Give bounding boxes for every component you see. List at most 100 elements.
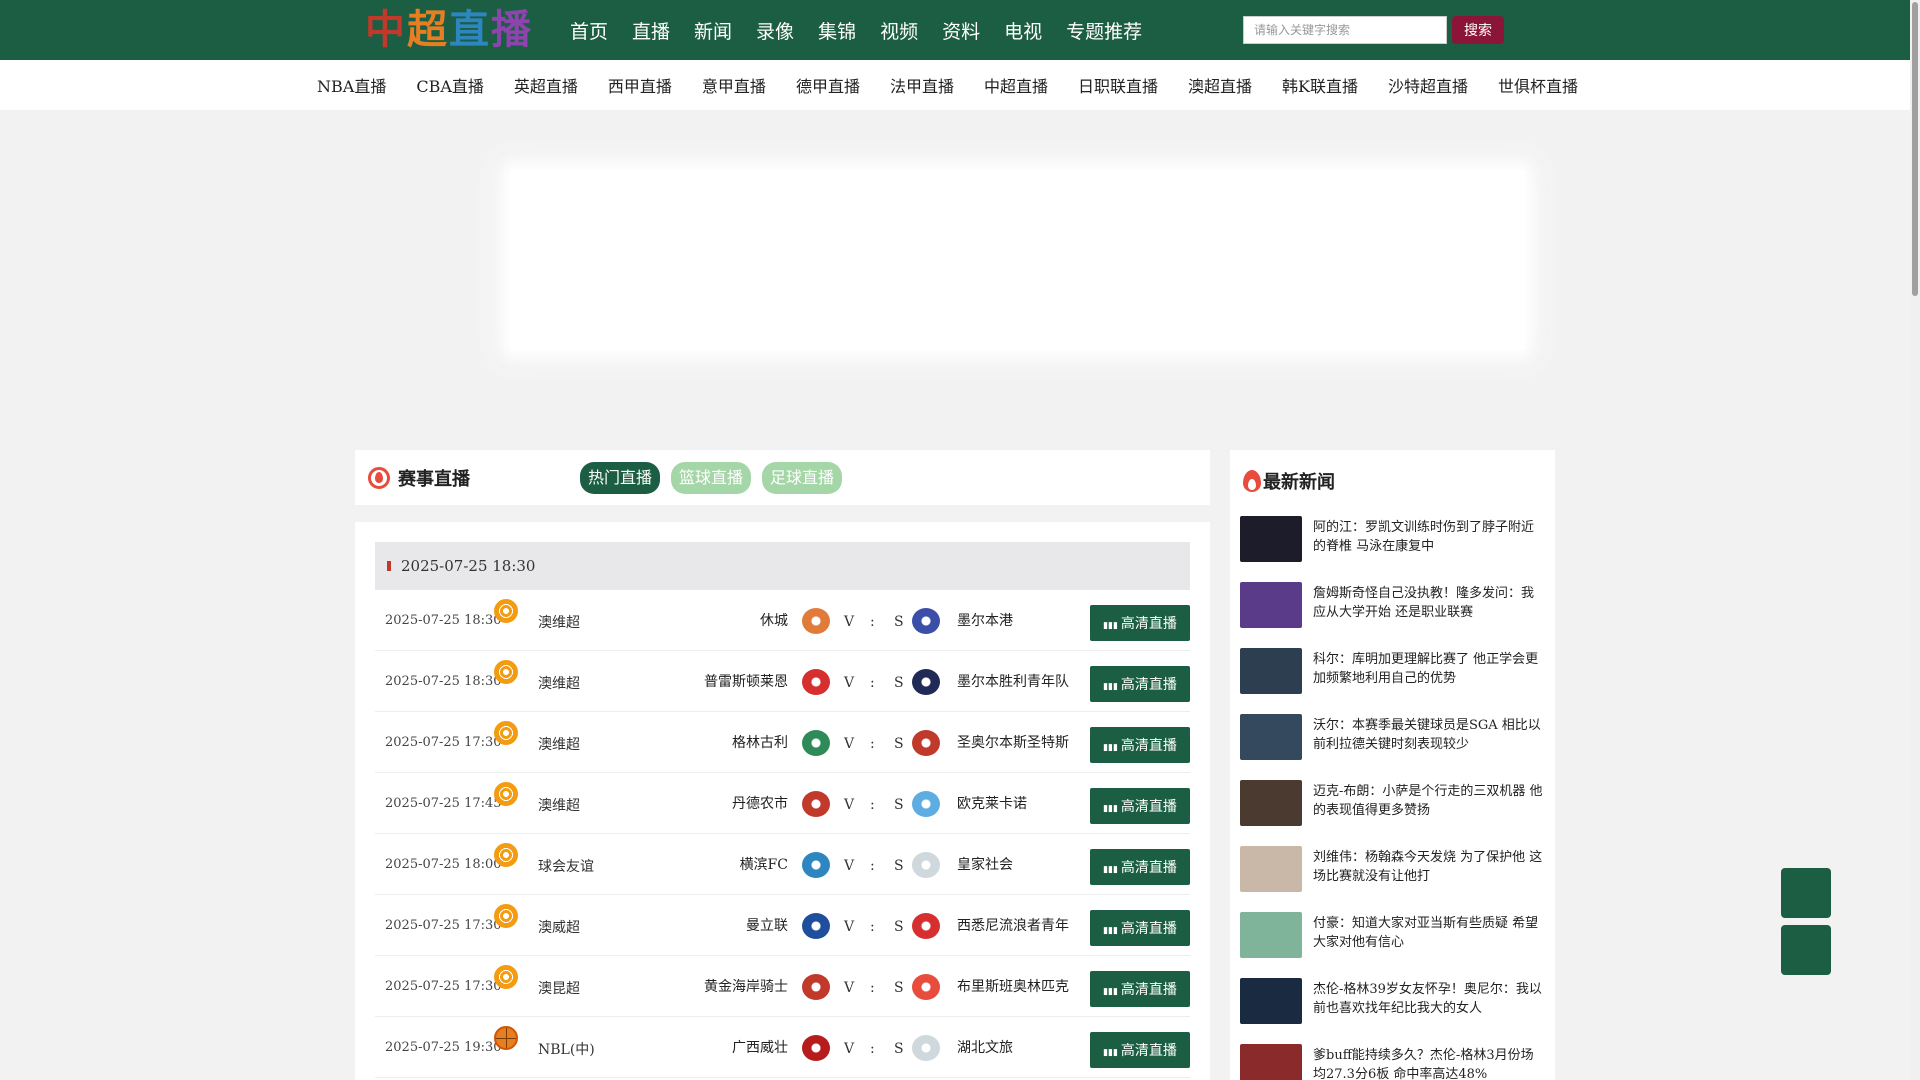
hd-live-button[interactable]: ▮▮▮ 高清直播 — [1090, 849, 1190, 885]
hd-live-button[interactable]: ▮▮▮ 高清直播 — [1090, 727, 1190, 763]
league-link[interactable]: 沙特超直播 — [1388, 73, 1468, 97]
news-headline[interactable]: 詹姆斯奇怪自己没执教！隆多发问：我应从大学开始 还是职业联赛 — [1313, 584, 1545, 622]
news-thumbnail[interactable] — [1240, 1044, 1302, 1080]
news-headline[interactable]: 沃尔：本赛季最关键球员是SGA 相比以前利拉德关键时刻表现较少 — [1313, 716, 1545, 754]
away-team-name[interactable]: 布里斯班奥林匹克 — [957, 976, 1069, 996]
away-team-name[interactable]: 墨尔本港 — [957, 610, 1013, 630]
match-row[interactable]: 2025-07-25 17:30 澳昆超 黄金海岸骑士 V: S 布里斯班奥林匹克 ▮▮▮ 高… — [375, 956, 1190, 1017]
home-team-name[interactable]: 曼立联 — [746, 915, 788, 935]
away-team-name[interactable]: 湖北文旅 — [957, 1037, 1013, 1057]
league-link[interactable]: 英超直播 — [514, 73, 578, 97]
news-headline[interactable]: 付豪：知道大家对亚当斯有些质疑 希望大家对他有信心 — [1313, 914, 1545, 952]
match-league[interactable]: 球会友谊 — [538, 856, 594, 876]
news-thumbnail[interactable] — [1240, 648, 1302, 694]
home-team-name[interactable]: 黄金海岸骑士 — [704, 976, 788, 996]
float-button-1[interactable] — [1781, 868, 1831, 918]
news-item[interactable]: 杰伦-格林39岁女友怀孕！奥尼尔：我以前也喜欢找年纪比我大的女人 — [1240, 978, 1545, 1044]
nav-item[interactable]: 录像 — [756, 17, 794, 44]
news-item[interactable]: 付豪：知道大家对亚当斯有些质疑 希望大家对他有信心 — [1240, 912, 1545, 978]
news-thumbnail[interactable] — [1240, 516, 1302, 562]
tab-1[interactable]: 热门直播 — [580, 462, 661, 494]
nav-item[interactable]: 资料 — [942, 17, 980, 44]
league-link[interactable]: 法甲直播 — [890, 73, 954, 97]
match-row[interactable]: 2025-07-25 17:45 澳维超 丹德农市 V: S 欧克莱卡诺 ▮▮▮ 高清直播 — [375, 773, 1190, 834]
league-link[interactable]: 西甲直播 — [608, 73, 672, 97]
home-team-name[interactable]: 普雷斯顿莱恩 — [704, 671, 788, 691]
news-item[interactable]: 詹姆斯奇怪自己没执教！隆多发问：我应从大学开始 还是职业联赛 — [1240, 582, 1545, 648]
hd-live-button[interactable]: ▮▮▮ 高清直播 — [1090, 910, 1190, 946]
league-link[interactable]: 意甲直播 — [702, 73, 766, 97]
away-team-name[interactable]: 墨尔本胜利青年队 — [957, 671, 1069, 691]
league-link[interactable]: NBA直播 — [317, 73, 386, 97]
match-row[interactable]: 2025-07-25 17:30 澳威超 曼立联 V: S 西悉尼流浪者青年 ▮▮▮ 高清直播 — [375, 895, 1190, 956]
match-league[interactable]: 澳维超 — [538, 612, 580, 632]
match-league[interactable]: 澳维超 — [538, 673, 580, 693]
news-thumbnail[interactable] — [1240, 714, 1302, 760]
news-item[interactable]: 刘维伟：杨翰森今天发烧 为了保护他 这场比赛就没有让他打 — [1240, 846, 1545, 912]
search-input[interactable] — [1243, 16, 1447, 44]
league-link[interactable]: 日职联直播 — [1078, 73, 1158, 97]
match-league[interactable]: NBL(中) — [538, 1039, 595, 1059]
news-headline[interactable]: 科尔：库明加更理解比赛了 他正学会更加频繁地利用自己的优势 — [1313, 650, 1545, 688]
match-row[interactable]: 2025-07-25 17:30 澳维超 格林古利 V: S 圣奥尔本斯圣特斯 ▮▮▮ 高清直… — [375, 712, 1190, 773]
news-headline[interactable]: 刘维伟：杨翰森今天发烧 为了保护他 这场比赛就没有让他打 — [1313, 848, 1545, 886]
page-scrollbar[interactable] — [1910, 0, 1920, 1080]
match-row[interactable]: 2025-07-25 18:00 球会友谊 横滨FC V: S 皇家社会 ▮▮▮ 高清直播 — [375, 834, 1190, 895]
scrollbar-thumb[interactable] — [1912, 2, 1918, 296]
news-headline[interactable]: 爹buff能持续多久？杰伦-格林3月份场均27.3分6板 命中率高达48% — [1313, 1046, 1545, 1080]
home-team-name[interactable]: 格林古利 — [732, 732, 788, 752]
news-item[interactable]: 科尔：库明加更理解比赛了 他正学会更加频繁地利用自己的优势 — [1240, 648, 1545, 714]
nav-item[interactable]: 集锦 — [818, 17, 856, 44]
news-item[interactable]: 爹buff能持续多久？杰伦-格林3月份场均27.3分6板 命中率高达48% — [1240, 1044, 1545, 1080]
news-thumbnail[interactable] — [1240, 780, 1302, 826]
home-team-name[interactable]: 休城 — [760, 610, 788, 630]
hd-live-button[interactable]: ▮▮▮ 高清直播 — [1090, 971, 1190, 1007]
news-headline[interactable]: 阿的江：罗凯文训练时伤到了脖子附近的脊椎 马泳在康复中 — [1313, 518, 1545, 556]
hd-live-button[interactable]: ▮▮▮ 高清直播 — [1090, 1032, 1190, 1068]
float-button-2[interactable] — [1781, 925, 1831, 975]
schedule-header: 赛事直播 热门直播 篮球直播 足球直播 — [355, 450, 1210, 505]
nav-item[interactable]: 电视 — [1004, 17, 1042, 44]
tab-2[interactable]: 篮球直播 — [671, 462, 752, 494]
hd-live-button[interactable]: ▮▮▮ 高清直播 — [1090, 788, 1190, 824]
search-button[interactable]: 搜索 — [1452, 16, 1504, 44]
news-headline[interactable]: 迈克-布朗：小萨是个行走的三双机器 他的表现值得更多赞扬 — [1313, 782, 1545, 820]
nav-item[interactable]: 视频 — [880, 17, 918, 44]
news-item[interactable]: 沃尔：本赛季最关键球员是SGA 相比以前利拉德关键时刻表现较少 — [1240, 714, 1545, 780]
away-team-name[interactable]: 欧克莱卡诺 — [957, 793, 1027, 813]
home-team-name[interactable]: 广西威壮 — [732, 1037, 788, 1057]
home-team-name[interactable]: 横滨FC — [740, 854, 788, 874]
match-league[interactable]: 澳维超 — [538, 734, 580, 754]
league-link[interactable]: 世俱杯直播 — [1498, 73, 1578, 97]
match-league[interactable]: 澳威超 — [538, 917, 580, 937]
news-thumbnail[interactable] — [1240, 912, 1302, 958]
news-thumbnail[interactable] — [1240, 978, 1302, 1024]
league-link[interactable]: CBA直播 — [416, 73, 484, 97]
match-row[interactable]: 2025-07-25 18:30 澳维超 普雷斯顿莱恩 V: S 墨尔本胜利青年队 ▮▮▮ 高… — [375, 651, 1190, 712]
match-league[interactable]: 澳昆超 — [538, 978, 580, 998]
league-link[interactable]: 澳超直播 — [1188, 73, 1252, 97]
news-item[interactable]: 迈克-布朗：小萨是个行走的三双机器 他的表现值得更多赞扬 — [1240, 780, 1545, 846]
away-team-name[interactable]: 西悉尼流浪者青年 — [957, 915, 1069, 935]
league-link[interactable]: 韩K联直播 — [1282, 73, 1358, 97]
nav-item[interactable]: 首页 — [570, 17, 608, 44]
match-row[interactable]: 2025-07-25 18:30 澳维超 休城 V: S 墨尔本港 ▮▮▮ 高清直播 — [375, 590, 1190, 651]
news-thumbnail[interactable] — [1240, 582, 1302, 628]
tab-3[interactable]: 足球直播 — [762, 462, 843, 494]
nav-item[interactable]: 直播 — [632, 17, 670, 44]
hd-live-button[interactable]: ▮▮▮ 高清直播 — [1090, 605, 1190, 641]
home-team-name[interactable]: 丹德农市 — [732, 793, 788, 813]
away-team-name[interactable]: 圣奥尔本斯圣特斯 — [957, 732, 1069, 752]
match-row[interactable]: 2025-07-25 19:30 NBL(中) 广西威壮 V: S 湖北文旅 ▮▮▮ 高清直播 — [375, 1017, 1190, 1078]
away-team-name[interactable]: 皇家社会 — [957, 854, 1013, 874]
nav-item[interactable]: 专题推荐 — [1066, 17, 1142, 44]
hd-live-button[interactable]: ▮▮▮ 高清直播 — [1090, 666, 1190, 702]
league-link[interactable]: 中超直播 — [984, 73, 1048, 97]
news-headline[interactable]: 杰伦-格林39岁女友怀孕！奥尼尔：我以前也喜欢找年纪比我大的女人 — [1313, 980, 1545, 1018]
match-league[interactable]: 澳维超 — [538, 795, 580, 815]
league-link[interactable]: 德甲直播 — [796, 73, 860, 97]
nav-item[interactable]: 新闻 — [694, 17, 732, 44]
news-thumbnail[interactable] — [1240, 846, 1302, 892]
site-logo[interactable]: 中超直播 — [365, 6, 533, 54]
news-item[interactable]: 阿的江：罗凯文训练时伤到了脖子附近的脊椎 马泳在康复中 — [1240, 516, 1545, 582]
